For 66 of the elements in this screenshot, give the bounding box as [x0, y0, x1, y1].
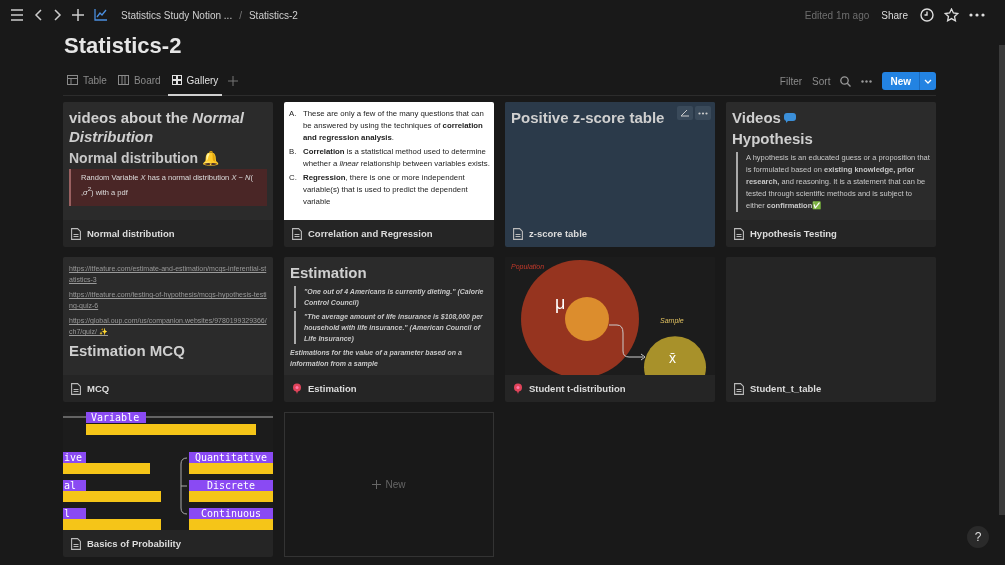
- page-icon: [734, 227, 744, 240]
- table-icon: [67, 75, 78, 85]
- variable-types-diagram: Variable ive Quantitative al Discrete l Continuous: [63, 412, 273, 530]
- plus-icon: [372, 480, 382, 489]
- more-icon[interactable]: [861, 79, 873, 83]
- card-title: Student_t_table: [750, 383, 822, 394]
- gallery-card[interactable]: [284, 257, 494, 402]
- preview-heading: Hypothesis: [732, 129, 813, 148]
- star-icon[interactable]: [944, 8, 959, 22]
- forward-icon[interactable]: [53, 9, 62, 21]
- gallery-icon: [171, 75, 182, 85]
- gallery-card[interactable]: [726, 102, 936, 247]
- page-icon: [71, 537, 81, 550]
- pin-icon: [292, 383, 302, 394]
- gallery-card[interactable]: [284, 102, 494, 247]
- pin-icon: [513, 383, 523, 394]
- help-button[interactable]: ?: [967, 526, 989, 548]
- new-button[interactable]: New: [882, 72, 919, 90]
- card-title: Basics of Probability: [87, 538, 181, 549]
- gallery-card[interactable]: Variable ive Quantitative al Discrete l Continuous Basics of Probability: [63, 412, 273, 557]
- page-icon: [71, 382, 81, 395]
- sort-button[interactable]: Sort: [812, 75, 831, 87]
- page-icon: [513, 227, 523, 240]
- card-title: z-score table: [529, 228, 588, 239]
- edited-time: Edited 1m ago: [804, 9, 870, 21]
- preview-heading: Videos: [732, 108, 781, 127]
- preview-heading: Estimation: [290, 263, 367, 282]
- page-icon: [292, 227, 302, 240]
- card-title: Hypothesis Testing: [750, 228, 837, 239]
- page-icon: [71, 227, 81, 240]
- card-title: MCQ: [87, 383, 110, 394]
- filter-button[interactable]: Filter: [779, 75, 803, 87]
- gallery-card[interactable]: Positive z-score table z-score table: [505, 102, 715, 247]
- card-title: Student t-distribution: [529, 383, 626, 394]
- share-button[interactable]: Share: [881, 9, 908, 21]
- card-title: Normal distribution: [87, 228, 175, 239]
- edit-button[interactable]: [677, 106, 693, 120]
- add-view-icon[interactable]: [228, 76, 239, 86]
- page-icon: [734, 382, 744, 395]
- more-icon[interactable]: [969, 13, 985, 17]
- plus-icon[interactable]: [72, 9, 84, 21]
- chevron-down-icon: [924, 78, 932, 84]
- preview-heading: Normal distribution 🔔: [69, 150, 220, 166]
- page-title: Statistics-2: [64, 33, 183, 60]
- card-title: Correlation and Regression: [308, 228, 433, 239]
- card-title: Estimation: [308, 383, 357, 394]
- back-icon[interactable]: [34, 9, 43, 21]
- menu-icon[interactable]: [10, 9, 24, 21]
- view-tab[interactable]: Board: [113, 66, 165, 96]
- view-tab[interactable]: Table: [63, 66, 111, 96]
- preview-heading: videos about the Normal Distribution: [69, 108, 246, 146]
- board-icon: [117, 75, 129, 85]
- preview-heading: Positive z-score table: [511, 108, 665, 127]
- pencil-icon: [680, 109, 690, 117]
- preview-heading: Estimation MCQ: [69, 341, 185, 360]
- view-tab[interactable]: Gallery: [167, 66, 223, 96]
- breadcrumb-link[interactable]: Statistics Study Notion ...: [117, 9, 237, 21]
- more-button[interactable]: [695, 106, 711, 120]
- more-icon: [698, 111, 708, 115]
- search-icon[interactable]: [840, 75, 852, 87]
- breadcrumb-separator: /: [238, 9, 243, 21]
- new-dropdown-button[interactable]: [919, 72, 936, 90]
- speech-bubble-icon: [783, 112, 796, 123]
- line-chart-icon: [94, 9, 107, 21]
- clock-icon[interactable]: [920, 8, 934, 22]
- breadcrumb-link[interactable]: Statistics-2: [244, 9, 302, 21]
